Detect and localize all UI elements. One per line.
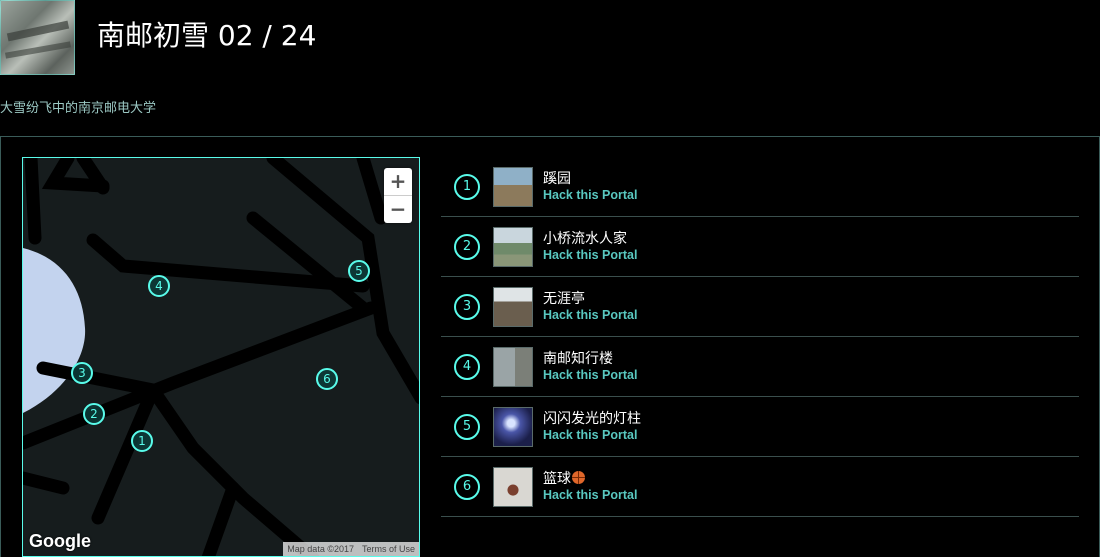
portal-thumbnail[interactable] (493, 227, 533, 267)
portal-name: 无涯亭 (543, 291, 585, 307)
water-area (23, 248, 86, 413)
road-lines (23, 158, 419, 556)
map-data-label: Map data ©2017 (283, 542, 358, 556)
map-marker-1[interactable]: 1 (131, 430, 153, 452)
mission-thumbnail (0, 0, 75, 75)
portal-name: 闪闪发光的灯柱 (543, 411, 641, 427)
portal-row: 3 无涯亭 Hack this Portal (441, 277, 1079, 337)
zoom-out-button[interactable]: − (384, 195, 412, 223)
mission-title: 南邮初雪 02 / 24 (97, 19, 317, 52)
portal-name: 蹊园 (543, 171, 571, 187)
portal-thumbnail[interactable] (493, 167, 533, 207)
portal-number: 3 (454, 294, 480, 320)
map-marker-2[interactable]: 2 (83, 403, 105, 425)
map[interactable]: + − 1 2 3 4 5 6 Google Map data ©2017 Ter… (22, 157, 420, 557)
portal-number: 2 (454, 234, 480, 260)
google-logo[interactable]: Google (29, 531, 91, 552)
portal-number: 5 (454, 414, 480, 440)
portal-thumbnail[interactable] (493, 467, 533, 507)
portal-row: 2 小桥流水人家 Hack this Portal (441, 217, 1079, 277)
map-marker-4[interactable]: 4 (148, 275, 170, 297)
portal-name-wrapper: 篮球 (543, 468, 585, 488)
map-roads (23, 158, 419, 556)
terms-of-use-link[interactable]: Terms of Use (357, 542, 419, 556)
map-attribution: Map data ©2017 Terms of Use (283, 542, 419, 556)
map-marker-6[interactable]: 6 (316, 368, 338, 390)
hack-portal-link[interactable]: Hack this Portal (543, 308, 637, 322)
portal-number: 4 (454, 354, 480, 380)
map-marker-5[interactable]: 5 (348, 260, 370, 282)
zoom-in-button[interactable]: + (384, 168, 412, 195)
portal-name: 篮球 (543, 471, 571, 487)
zoom-controls: + − (384, 168, 412, 223)
portal-thumbnail[interactable] (493, 407, 533, 447)
portal-row: 5 闪闪发光的灯柱 Hack this Portal (441, 397, 1079, 457)
map-marker-3[interactable]: 3 (71, 362, 93, 384)
portal-row: 1 蹊园 Hack this Portal (441, 157, 1079, 217)
hack-portal-link[interactable]: Hack this Portal (543, 188, 637, 202)
portal-number: 1 (454, 174, 480, 200)
hack-portal-link[interactable]: Hack this Portal (543, 428, 637, 442)
portal-row: 4 南邮知行楼 Hack this Portal (441, 337, 1079, 397)
portal-number: 6 (454, 474, 480, 500)
hack-portal-link[interactable]: Hack this Portal (543, 368, 637, 382)
portal-thumbnail[interactable] (493, 347, 533, 387)
hack-portal-link[interactable]: Hack this Portal (543, 488, 637, 502)
portal-row: 6 篮球 Hack this Portal (441, 457, 1079, 517)
portal-list: 1 蹊园 Hack this Portal 2 小桥流水人家 Hack this… (441, 157, 1079, 517)
mission-description: 大雪纷飞中的南京邮电大学 (0, 101, 157, 116)
portal-thumbnail[interactable] (493, 287, 533, 327)
portal-name: 南邮知行楼 (543, 351, 613, 367)
basketball-icon (572, 471, 585, 484)
hack-portal-link[interactable]: Hack this Portal (543, 248, 637, 262)
portal-name: 小桥流水人家 (543, 231, 627, 247)
